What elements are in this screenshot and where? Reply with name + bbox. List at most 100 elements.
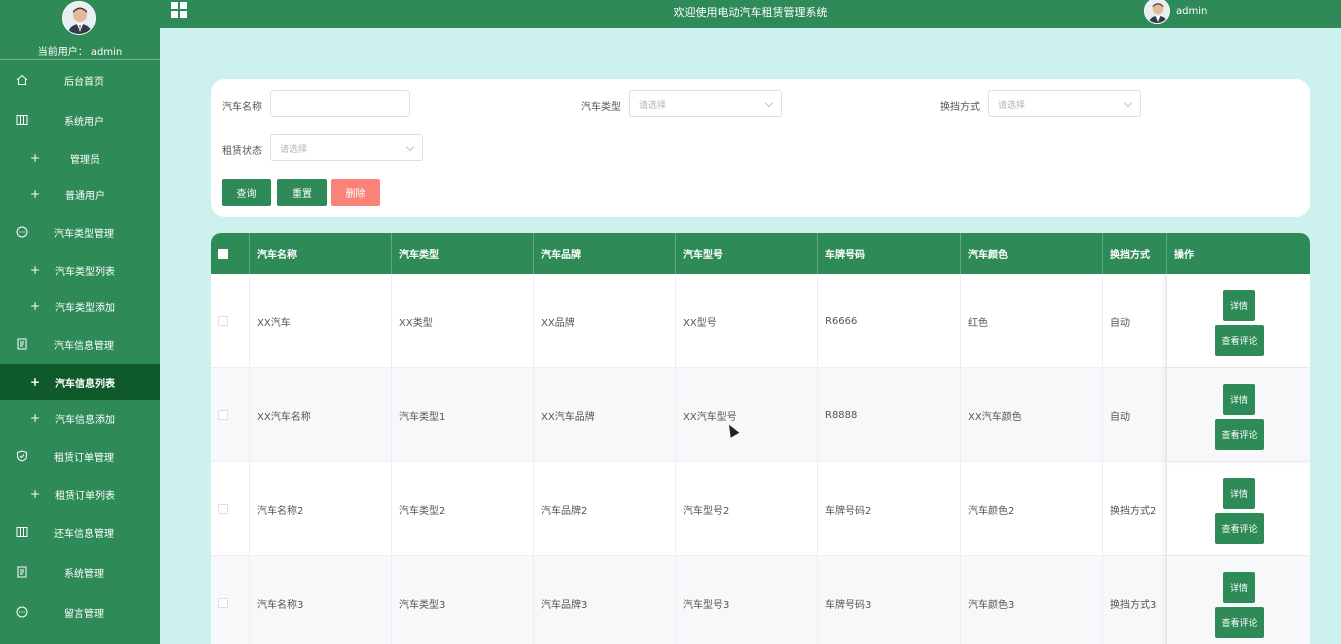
select-all-cell: [211, 233, 250, 274]
gearbox-placeholder: 请选择: [998, 101, 1026, 111]
detail-button[interactable]: 详情: [1223, 290, 1255, 321]
avatar[interactable]: [62, 1, 96, 35]
cell-gearbox: 换挡方式3: [1103, 556, 1167, 644]
cell-car-color: XX汽车颜色: [961, 368, 1103, 462]
sidebar-item-system-mgmt[interactable]: 系统管理: [0, 552, 160, 592]
cell-car-color: 汽车颜色2: [961, 462, 1103, 556]
sidebar-nav: 后台首页 系统用户 + 管理员 + 普通用户 汽车类型管理 + 汽车类型列表 +: [0, 60, 160, 632]
reset-button[interactable]: 重置: [277, 179, 327, 206]
th-car-brand[interactable]: 汽车品牌: [534, 233, 676, 274]
row-checkbox[interactable]: [218, 598, 228, 608]
detail-button[interactable]: 详情: [1223, 478, 1255, 509]
table-row: XX汽车 XX类型 XX品牌 XX型号 R6666 红色 自动 详情 查看评论: [211, 274, 1310, 368]
detail-button[interactable]: 详情: [1223, 572, 1255, 603]
sidebar-item-system-users[interactable]: 系统用户: [0, 100, 160, 140]
cell-plate-number: 车牌号码3: [818, 556, 961, 644]
rent-status-placeholder: 请选择: [280, 145, 308, 155]
table-row: XX汽车名称 汽车类型1 XX汽车品牌 XX汽车型号 R8888 XX汽车颜色 …: [211, 368, 1310, 462]
cell-car-type: XX类型: [392, 274, 534, 368]
row-select-cell: [211, 274, 250, 368]
query-button[interactable]: 查询: [222, 179, 271, 206]
car-type-select[interactable]: 请选择: [629, 90, 782, 117]
th-plate-number[interactable]: 车牌号码: [818, 233, 961, 274]
cell-car-type: 汽车类型3: [392, 556, 534, 644]
car-info-table: 汽车名称 汽车类型 汽车品牌 汽车型号 车牌号码 汽车颜色 换挡方式 操作 XX…: [211, 233, 1310, 644]
sidebar-item-car-info-list[interactable]: + 汽车信息列表: [0, 364, 160, 400]
cell-gearbox: 自动: [1103, 368, 1167, 462]
sidebar-item-message-mgmt[interactable]: 留言管理: [0, 592, 160, 632]
cell-plate-number: R8888: [818, 368, 961, 462]
header-username[interactable]: admin: [1176, 6, 1207, 17]
sidebar-item-order-list[interactable]: + 租赁订单列表: [0, 476, 160, 512]
car-name-label: 汽车名称: [222, 102, 262, 113]
car-type-placeholder: 请选择: [639, 101, 667, 111]
sidebar-item-return-mgmt[interactable]: 还车信息管理: [0, 512, 160, 552]
select-all-checkbox[interactable]: [218, 248, 228, 259]
view-comments-button[interactable]: 查看评论: [1215, 607, 1264, 638]
sidebar: 当前用户： admin 后台首页 系统用户 + 管理员 + 普通用户 汽车类型管…: [0, 0, 160, 644]
car-type-label: 汽车类型: [581, 102, 621, 113]
row-select-cell: [211, 462, 250, 556]
sidebar-item-car-type-list[interactable]: + 汽车类型列表: [0, 252, 160, 288]
cell-actions: 详情 查看评论: [1167, 368, 1310, 462]
table-row: 汽车名称3 汽车类型3 汽车品牌3 汽车型号3 车牌号码3 汽车颜色3 换挡方式…: [211, 556, 1310, 644]
car-name-input[interactable]: [270, 90, 410, 117]
cell-car-brand: XX品牌: [534, 274, 676, 368]
cell-car-type: 汽车类型1: [392, 368, 534, 462]
th-car-name[interactable]: 汽车名称: [250, 233, 392, 274]
view-comments-button[interactable]: 查看评论: [1215, 419, 1264, 450]
current-user-label: 当前用户： admin: [37, 47, 123, 58]
th-car-model[interactable]: 汽车型号: [676, 233, 818, 274]
row-checkbox[interactable]: [218, 316, 228, 326]
cell-car-name: XX汽车: [250, 274, 392, 368]
th-actions: 操作: [1174, 250, 1194, 261]
cell-car-brand: XX汽车品牌: [534, 368, 676, 462]
view-comments-button[interactable]: 查看评论: [1215, 325, 1264, 356]
sidebar-item-car-info-add[interactable]: + 汽车信息添加: [0, 400, 160, 436]
cell-gearbox: 换挡方式2: [1103, 462, 1167, 556]
gearbox-label: 换挡方式: [940, 102, 980, 113]
view-comments-button[interactable]: 查看评论: [1215, 513, 1264, 544]
sidebar-item-normal-users[interactable]: + 普通用户: [0, 176, 160, 212]
cell-car-type: 汽车类型2: [392, 462, 534, 556]
sidebar-profile: 当前用户： admin: [0, 0, 160, 60]
th-gearbox[interactable]: 换挡方式: [1103, 233, 1167, 274]
cell-car-color: 汽车颜色3: [961, 556, 1103, 644]
sidebar-item-car-info-mgmt[interactable]: 汽车信息管理: [0, 324, 160, 364]
cell-car-color: 红色: [961, 274, 1103, 368]
table-row: 汽车名称2 汽车类型2 汽车品牌2 汽车型号2 车牌号码2 汽车颜色2 换挡方式…: [211, 462, 1310, 556]
cell-car-model: 汽车型号2: [676, 462, 818, 556]
chevron-down-icon: [764, 98, 774, 108]
detail-button[interactable]: 详情: [1223, 384, 1255, 415]
sidebar-item-order-mgmt[interactable]: 租赁订单管理: [0, 436, 160, 476]
cell-plate-number: R6666: [818, 274, 961, 368]
top-header: 欢迎使用电动汽车租赁管理系统 admin: [160, 0, 1341, 28]
header-avatar[interactable]: [1144, 0, 1170, 24]
table-header: 汽车名称 汽车类型 汽车品牌 汽车型号 车牌号码 汽车颜色 换挡方式 操作: [211, 233, 1310, 274]
chevron-down-icon: [1123, 98, 1133, 108]
cell-actions: 详情 查看评论: [1167, 556, 1310, 644]
cell-car-model: XX型号: [676, 274, 818, 368]
th-car-type[interactable]: 汽车类型: [392, 233, 534, 274]
rent-status-select[interactable]: 请选择: [270, 134, 423, 161]
rent-status-label: 租赁状态: [222, 146, 262, 157]
sidebar-item-admin[interactable]: + 管理员: [0, 140, 160, 176]
gearbox-select[interactable]: 请选择: [988, 90, 1141, 117]
sidebar-item-car-type-mgmt[interactable]: 汽车类型管理: [0, 212, 160, 252]
cell-actions: 详情 查看评论: [1167, 462, 1310, 556]
th-car-color[interactable]: 汽车颜色: [961, 233, 1103, 274]
delete-button[interactable]: 删除: [331, 179, 380, 206]
row-checkbox[interactable]: [218, 504, 228, 514]
row-checkbox[interactable]: [218, 410, 228, 420]
cell-car-name: 汽车名称2: [250, 462, 392, 556]
sidebar-item-car-type-add[interactable]: + 汽车类型添加: [0, 288, 160, 324]
row-select-cell: [211, 368, 250, 462]
row-select-cell: [211, 556, 250, 644]
cell-car-name: XX汽车名称: [250, 368, 392, 462]
cell-car-brand: 汽车品牌3: [534, 556, 676, 644]
cell-actions: 详情 查看评论: [1167, 274, 1310, 368]
sidebar-item-home[interactable]: 后台首页: [0, 60, 160, 100]
cell-car-name: 汽车名称3: [250, 556, 392, 644]
search-panel: 汽车名称 汽车类型 请选择 换挡方式 请选择 租赁状态 请选择 查询 重置 删除: [211, 79, 1310, 217]
cell-car-model: XX汽车型号: [676, 368, 818, 462]
